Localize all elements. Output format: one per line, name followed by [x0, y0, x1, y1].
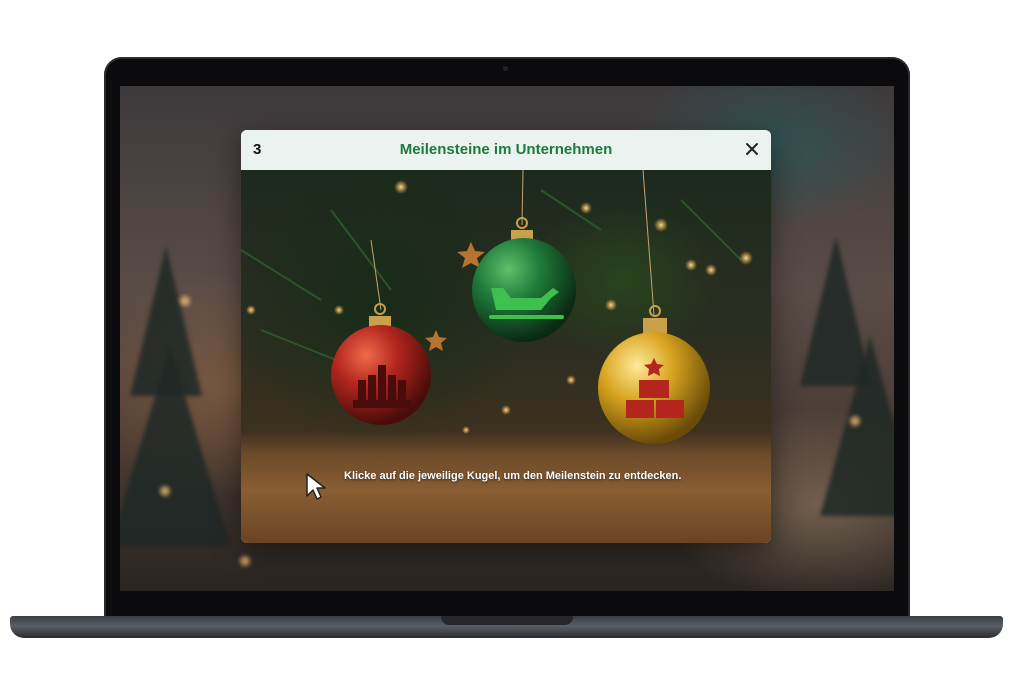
modal-header: 3 Meilensteine im Unternehmen	[241, 130, 771, 170]
tree-decoration	[120, 346, 230, 546]
light-decoration	[850, 416, 860, 426]
camera-icon	[503, 66, 508, 71]
ornament-scene: Klicke auf die jeweilige Kugel, um den M…	[241, 170, 771, 543]
laptop-base	[10, 616, 1003, 638]
gold-ornament[interactable]	[598, 305, 710, 444]
light-decoration	[180, 296, 190, 306]
green-ornament[interactable]	[472, 217, 576, 342]
tree-decoration	[820, 336, 894, 516]
laptop-screen-frame: 3 Meilensteine im Unternehmen Klicke auf…	[104, 57, 910, 619]
door-modal: 3 Meilensteine im Unternehmen Klicke auf…	[241, 130, 771, 543]
trackpad-notch	[441, 616, 573, 625]
light-decoration	[160, 486, 170, 496]
light-decoration	[240, 556, 250, 566]
instruction-text: Klicke auf die jeweilige Kugel, um den M…	[344, 470, 682, 482]
modal-title: Meilensteine im Unternehmen	[399, 141, 613, 158]
close-icon[interactable]	[741, 138, 763, 160]
red-ornament[interactable]	[331, 303, 431, 425]
